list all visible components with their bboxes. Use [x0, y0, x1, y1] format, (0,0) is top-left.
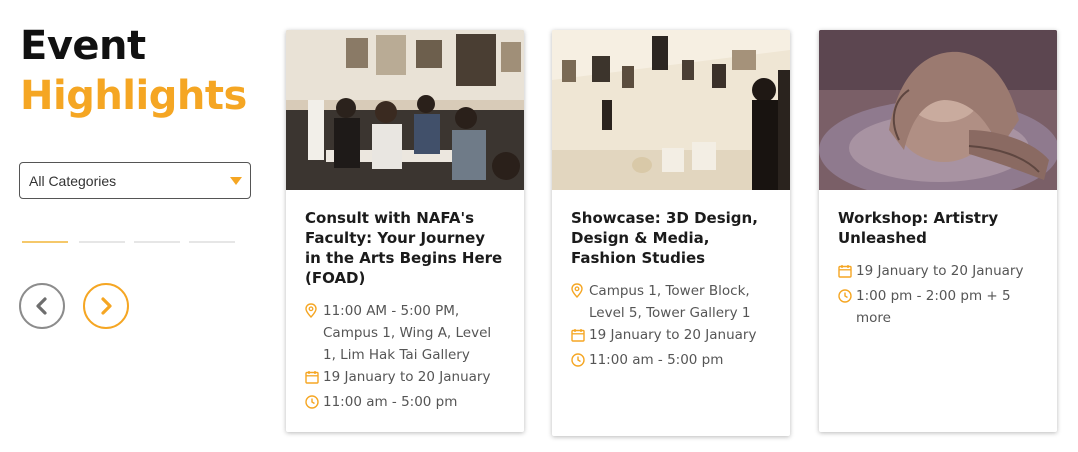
event-title[interactable]: Showcase: 3D Design, Design & Media, Fas…	[571, 208, 772, 268]
event-date-text: 19 January to 20 January	[323, 369, 491, 385]
clock-icon	[571, 352, 589, 374]
event-date-text: 19 January to 20 January	[589, 327, 757, 343]
event-image-consultation	[286, 30, 524, 190]
caret-down-icon	[230, 177, 242, 185]
pagination-dot-4[interactable]	[189, 241, 235, 243]
event-time: 11:00 am - 5:00 pm	[571, 349, 772, 374]
event-title[interactable]: Workshop: Artistry Unleashed	[838, 208, 1039, 248]
event-date: 19 January to 20 January	[305, 366, 506, 391]
next-button[interactable]	[83, 283, 129, 329]
event-card-3[interactable]: Workshop: Artistry Unleashed 19 January …	[819, 30, 1057, 432]
pagination-dot-1[interactable]	[22, 241, 68, 243]
event-time-text: 11:00 am - 5:00 pm	[589, 352, 724, 368]
event-time: 1:00 pm - 2:00 pm + 5 more	[838, 285, 1039, 329]
map-pin-icon	[571, 283, 589, 305]
heading-line-highlights: Highlights	[20, 73, 247, 119]
event-date: 19 January to 20 January	[838, 260, 1039, 285]
event-title[interactable]: Consult with NAFA's Faculty: Your Journe…	[305, 208, 506, 288]
clock-icon	[305, 394, 323, 416]
pagination-dot-2[interactable]	[79, 241, 125, 243]
event-time: 11:00 am - 5:00 pm	[305, 391, 506, 416]
heading-line-event: Event	[20, 23, 146, 69]
chevron-left-icon	[36, 297, 47, 315]
event-time-text: 11:00 am - 5:00 pm	[323, 394, 458, 410]
prev-button[interactable]	[19, 283, 65, 329]
section-heading: Event Highlights	[20, 26, 247, 116]
event-location-text: Campus 1, Tower Block, Level 5, Tower Ga…	[589, 283, 751, 321]
calendar-icon	[571, 327, 589, 349]
chevron-right-icon	[101, 297, 112, 315]
clock-icon	[838, 288, 856, 310]
event-card-1[interactable]: Consult with NAFA's Faculty: Your Journe…	[286, 30, 524, 432]
calendar-icon	[838, 263, 856, 285]
map-pin-icon	[305, 303, 323, 325]
event-date-text: 19 January to 20 January	[856, 263, 1024, 279]
event-time-text: 1:00 pm - 2:00 pm + 5 more	[856, 288, 1011, 326]
event-date: 19 January to 20 January	[571, 324, 772, 349]
event-location: Campus 1, Tower Block, Level 5, Tower Ga…	[571, 280, 772, 324]
event-location: 11:00 AM - 5:00 PM, Campus 1, Wing A, Le…	[305, 300, 506, 366]
event-location-text: 11:00 AM - 5:00 PM, Campus 1, Wing A, Le…	[323, 303, 492, 363]
event-image-showcase	[552, 30, 790, 190]
category-select-value: All Categories	[29, 173, 117, 189]
pagination-dot-3[interactable]	[134, 241, 180, 243]
calendar-icon	[305, 369, 323, 391]
event-image-workshop	[819, 30, 1057, 190]
category-select[interactable]: All Categories	[19, 162, 251, 199]
event-card-2[interactable]: Showcase: 3D Design, Design & Media, Fas…	[552, 30, 790, 436]
